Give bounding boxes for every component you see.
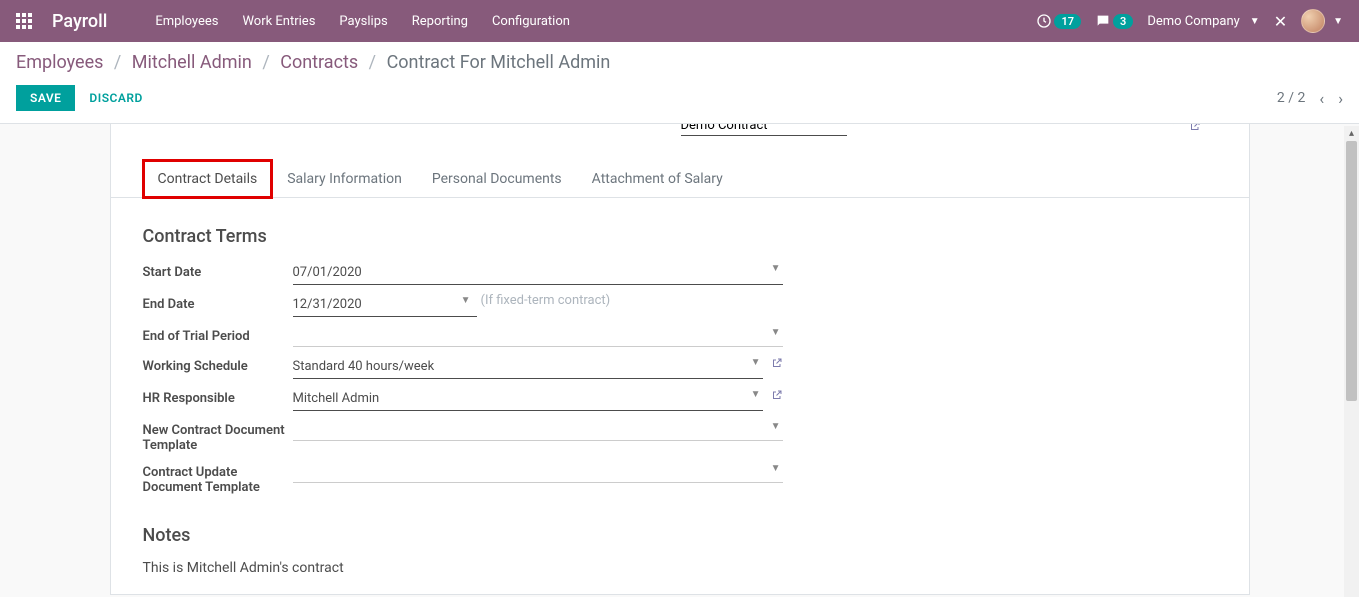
app-brand[interactable]: Payroll bbox=[52, 11, 107, 32]
tab-contract-details[interactable]: Contract Details bbox=[143, 160, 273, 198]
input-contract-update-doc[interactable] bbox=[293, 461, 783, 483]
breadcrumb: Employees / Mitchell Admin / Contracts /… bbox=[16, 52, 1343, 73]
activity-indicator[interactable]: 17 bbox=[1036, 13, 1081, 29]
chat-badge: 3 bbox=[1113, 14, 1133, 29]
chevron-down-icon: ▼ bbox=[1169, 124, 1179, 127]
breadcrumb-current: Contract For Mitchell Admin bbox=[387, 52, 611, 73]
nav-configuration[interactable]: Configuration bbox=[480, 14, 582, 29]
breadcrumb-sep: / bbox=[369, 52, 376, 73]
save-button[interactable]: SAVE bbox=[16, 85, 75, 111]
label-new-contract-doc: New Contract Document Template bbox=[143, 419, 293, 453]
external-link-icon[interactable] bbox=[771, 387, 783, 401]
contract-template-row: ▼ bbox=[111, 124, 1249, 150]
input-hr-responsible[interactable] bbox=[293, 387, 763, 411]
clock-icon bbox=[1036, 13, 1052, 29]
tab-attachment-of-salary[interactable]: Attachment of Salary bbox=[577, 160, 738, 198]
scrollbar-track[interactable]: ▴ bbox=[1344, 126, 1359, 597]
company-name: Demo Company bbox=[1147, 14, 1239, 29]
activity-badge: 17 bbox=[1054, 14, 1081, 29]
label-end-trial: End of Trial Period bbox=[143, 325, 293, 344]
input-start-date[interactable] bbox=[293, 261, 783, 285]
notes-section: Notes This is Mitchell Admin's contract bbox=[111, 495, 1249, 576]
input-working-schedule[interactable] bbox=[293, 355, 763, 379]
label-start-date: Start Date bbox=[143, 261, 293, 280]
pager-prev-icon[interactable]: ‹ bbox=[1319, 89, 1324, 108]
contract-template-input[interactable] bbox=[681, 124, 847, 136]
nav-right: 17 3 Demo Company ▼ ✕ ▼ bbox=[1036, 9, 1343, 33]
nav-menu: Employees Work Entries Payslips Reportin… bbox=[143, 14, 582, 29]
label-hr-responsible: HR Responsible bbox=[143, 387, 293, 406]
notes-text[interactable]: This is Mitchell Admin's contract bbox=[143, 560, 1217, 576]
tab-salary-information[interactable]: Salary Information bbox=[272, 160, 417, 198]
nav-payslips[interactable]: Payslips bbox=[327, 14, 399, 29]
scrollbar-thumb[interactable] bbox=[1346, 141, 1357, 401]
breadcrumb-contracts[interactable]: Contracts bbox=[280, 52, 358, 73]
nav-employees[interactable]: Employees bbox=[143, 14, 230, 29]
scroll-up-icon[interactable]: ▴ bbox=[1344, 126, 1359, 141]
tab-personal-documents[interactable]: Personal Documents bbox=[417, 160, 577, 198]
discard-button[interactable]: DISCARD bbox=[89, 91, 142, 105]
external-link-icon[interactable] bbox=[771, 355, 783, 369]
breadcrumb-sep: / bbox=[114, 52, 121, 73]
chat-icon bbox=[1095, 13, 1111, 29]
row-new-contract-doc: New Contract Document Template ▼ bbox=[143, 419, 783, 453]
chevron-down-icon: ▼ bbox=[1250, 16, 1260, 27]
pager-next-icon[interactable]: › bbox=[1338, 89, 1343, 108]
input-end-date[interactable] bbox=[293, 293, 477, 317]
section-title: Contract Terms bbox=[143, 226, 1217, 247]
row-end-date: End Date ▼ (If fixed-term contract) bbox=[143, 293, 783, 317]
breadcrumb-mitchell-admin[interactable]: Mitchell Admin bbox=[132, 52, 252, 73]
row-contract-update-doc: Contract Update Document Template ▼ bbox=[143, 461, 783, 495]
tabs: Contract Details Salary Information Pers… bbox=[111, 160, 1249, 198]
form-sheet: ▼ Contract Details Salary Information Pe… bbox=[110, 124, 1250, 595]
chevron-down-icon: ▼ bbox=[1333, 16, 1343, 27]
notes-title: Notes bbox=[143, 525, 1217, 546]
close-icon[interactable]: ✕ bbox=[1274, 12, 1287, 31]
apps-icon[interactable] bbox=[16, 13, 32, 29]
pager-text: 2 / 2 bbox=[1277, 90, 1305, 106]
external-link-icon[interactable] bbox=[1189, 124, 1201, 132]
row-start-date: Start Date ▼ bbox=[143, 261, 783, 285]
user-menu[interactable]: ▼ bbox=[1301, 9, 1343, 33]
chat-indicator[interactable]: 3 bbox=[1095, 13, 1133, 29]
contract-terms-section: Contract Terms Start Date ▼ End Date ▼ ( bbox=[111, 198, 1249, 495]
form-wrap: ▼ Contract Details Salary Information Pe… bbox=[0, 124, 1359, 595]
nav-reporting[interactable]: Reporting bbox=[400, 14, 480, 29]
pager: 2 / 2 ‹ › bbox=[1277, 89, 1343, 108]
company-switcher[interactable]: Demo Company ▼ bbox=[1147, 14, 1259, 29]
input-new-contract-doc[interactable] bbox=[293, 419, 783, 441]
label-working-schedule: Working Schedule bbox=[143, 355, 293, 374]
row-working-schedule: Working Schedule ▼ bbox=[143, 355, 783, 379]
label-end-date: End Date bbox=[143, 293, 293, 312]
top-nav: Payroll Employees Work Entries Payslips … bbox=[0, 0, 1359, 42]
label-contract-update-doc: Contract Update Document Template bbox=[143, 461, 293, 495]
breadcrumb-employees[interactable]: Employees bbox=[16, 52, 103, 73]
control-bar: Employees / Mitchell Admin / Contracts /… bbox=[0, 42, 1359, 124]
hint-end-date: (If fixed-term contract) bbox=[481, 293, 611, 308]
breadcrumb-sep: / bbox=[262, 52, 269, 73]
action-row: SAVE DISCARD 2 / 2 ‹ › bbox=[16, 85, 1343, 111]
input-end-trial[interactable] bbox=[293, 325, 783, 347]
row-end-trial: End of Trial Period ▼ bbox=[143, 325, 783, 347]
avatar bbox=[1301, 9, 1325, 33]
row-hr-responsible: HR Responsible ▼ bbox=[143, 387, 783, 411]
nav-work-entries[interactable]: Work Entries bbox=[230, 14, 327, 29]
